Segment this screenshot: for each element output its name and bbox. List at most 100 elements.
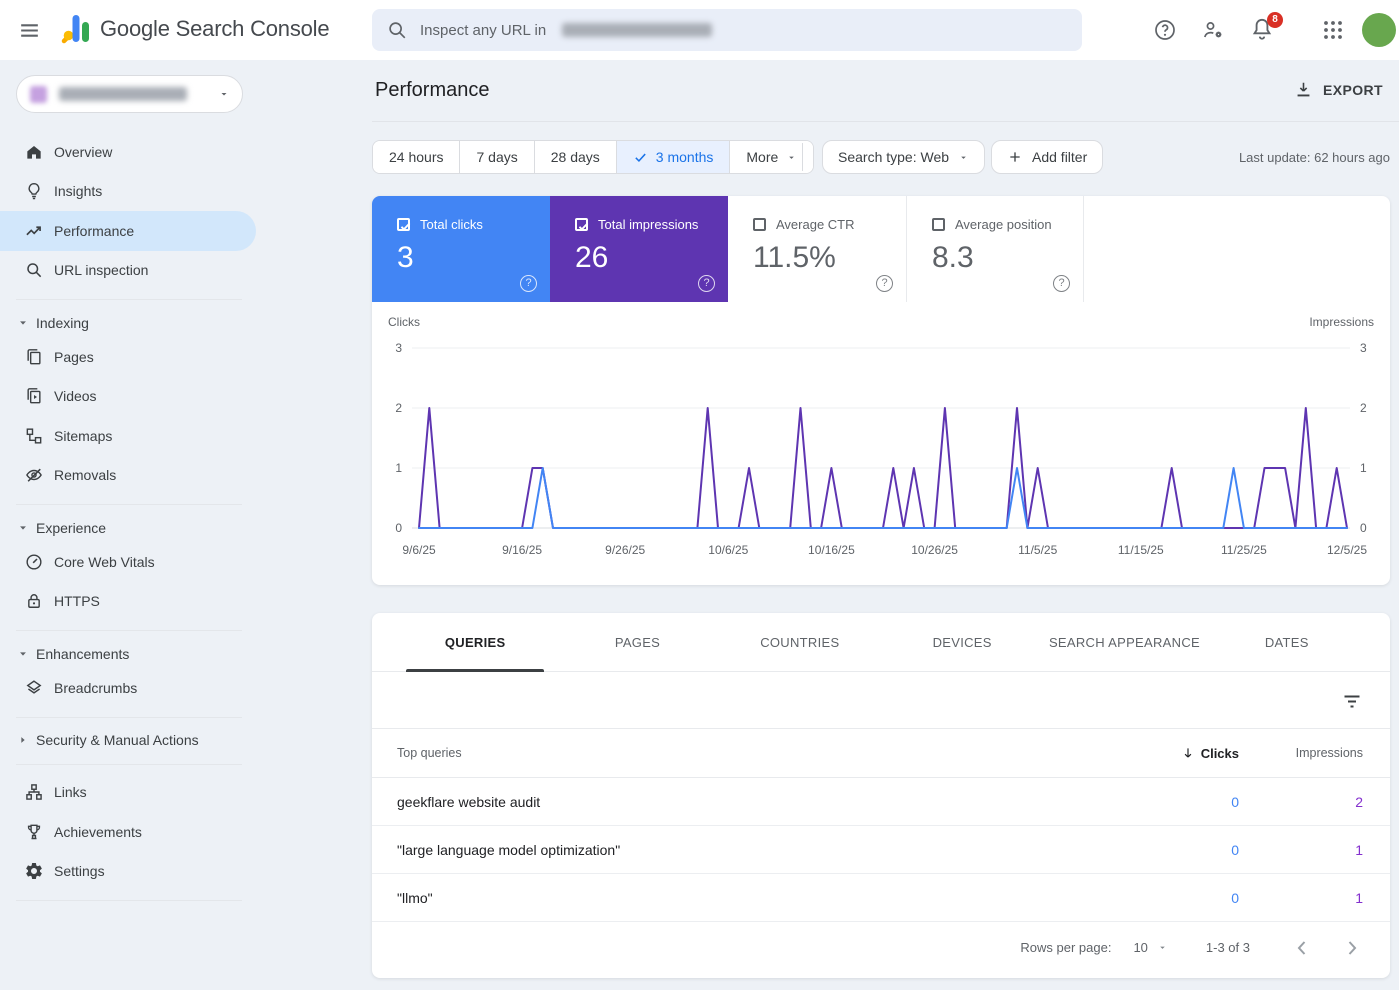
- property-selector[interactable]: [16, 75, 243, 113]
- add-filter-button[interactable]: Add filter: [991, 140, 1103, 174]
- date-filter-7-days[interactable]: 7 days: [460, 141, 534, 173]
- sidebar-item-links[interactable]: Links: [0, 773, 256, 813]
- rows-per-page-select[interactable]: 10: [1133, 940, 1167, 955]
- sidebar-item-overview[interactable]: Overview: [0, 132, 256, 172]
- sidebar-item-settings[interactable]: Settings: [0, 852, 256, 892]
- table-row[interactable]: "llmo" 0 1: [372, 874, 1390, 922]
- search-placeholder-text: Inspect any URL in: [420, 22, 546, 39]
- manage-accounts-icon[interactable]: [1201, 18, 1225, 42]
- checkbox-empty-icon[interactable]: [932, 218, 945, 231]
- svg-text:2: 2: [395, 401, 402, 415]
- help-icon[interactable]: ?: [876, 275, 893, 292]
- help-icon[interactable]: [1153, 18, 1177, 42]
- date-filter-more[interactable]: More: [730, 141, 813, 173]
- svg-text:2: 2: [1360, 401, 1367, 415]
- apps-grid-icon[interactable]: [1321, 18, 1345, 42]
- speedometer-icon: [24, 552, 44, 572]
- column-header-clicks[interactable]: Clicks: [1099, 746, 1239, 761]
- account-avatar[interactable]: [1362, 13, 1396, 47]
- filter-row: 24 hours 7 days 28 days 3 months More Se…: [372, 122, 1399, 196]
- hamburger-menu-icon[interactable]: [17, 18, 42, 43]
- sidebar-section-experience[interactable]: Experience: [0, 513, 256, 542]
- svg-text:3: 3: [1360, 341, 1367, 355]
- next-page-button[interactable]: [1340, 936, 1364, 960]
- search-type-dropdown[interactable]: Search type: Web: [822, 140, 985, 174]
- sort-down-arrow-icon: [1181, 746, 1195, 760]
- sidebar-item-core-web-vitals[interactable]: Core Web Vitals: [0, 542, 256, 582]
- url-inspect-search-input[interactable]: Inspect any URL in: [372, 9, 1082, 51]
- table-row[interactable]: "large language model optimization" 0 1: [372, 826, 1390, 874]
- help-icon[interactable]: ?: [1053, 275, 1070, 292]
- tab-queries[interactable]: QUERIES: [394, 613, 556, 671]
- search-icon: [386, 19, 408, 41]
- dimensions-table-card: QUERIES PAGES COUNTRIES DEVICES SEARCH A…: [372, 613, 1390, 978]
- table-row[interactable]: geekflare website audit 0 2: [372, 778, 1390, 826]
- sidebar-item-https[interactable]: HTTPS: [0, 582, 256, 622]
- date-filter-28-days[interactable]: 28 days: [535, 141, 617, 173]
- tab-devices[interactable]: DEVICES: [881, 613, 1043, 671]
- app-title: Google Search Console: [100, 16, 329, 42]
- last-update-text: Last update: 62 hours ago: [1239, 150, 1390, 165]
- svg-text:11/15/25: 11/15/25: [1118, 543, 1164, 557]
- date-filter-24-hours[interactable]: 24 hours: [373, 141, 460, 173]
- svg-text:0: 0: [395, 521, 402, 535]
- tab-search-appearance[interactable]: SEARCH APPEARANCE: [1043, 613, 1205, 671]
- help-icon[interactable]: ?: [520, 275, 537, 292]
- sidebar-section-enhancements[interactable]: Enhancements: [0, 639, 256, 668]
- tab-pages[interactable]: PAGES: [556, 613, 718, 671]
- sidebar-item-achievements[interactable]: Achievements: [0, 812, 256, 852]
- caret-right-icon: [18, 735, 28, 745]
- column-header-impressions[interactable]: Impressions: [1239, 746, 1390, 760]
- metric-tile-average-ctr[interactable]: Average CTR 11.5% ?: [728, 196, 906, 302]
- sidebar-divider: [16, 630, 242, 631]
- sidebar-item-performance[interactable]: Performance: [0, 211, 256, 251]
- svg-text:10/6/25: 10/6/25: [708, 543, 748, 557]
- svg-text:Clicks: Clicks: [388, 315, 420, 329]
- table-pagination: Rows per page: 10 1-3 of 3: [372, 922, 1390, 973]
- svg-text:1: 1: [395, 461, 402, 475]
- date-filter-3-months[interactable]: 3 months: [617, 141, 731, 173]
- sidebar-item-breadcrumbs[interactable]: Breadcrumbs: [0, 668, 256, 708]
- notifications-bell[interactable]: 8: [1249, 16, 1279, 46]
- impressions-cell: 1: [1355, 890, 1363, 906]
- svg-text:Impressions: Impressions: [1309, 315, 1374, 329]
- sidebar-section-security-manual-actions[interactable]: Security & Manual Actions: [0, 726, 256, 755]
- checkbox-empty-icon[interactable]: [753, 218, 766, 231]
- blurred-property-name: [59, 87, 187, 101]
- query-cell: "large language model optimization": [372, 842, 1099, 858]
- sidebar-item-insights[interactable]: Insights: [0, 172, 256, 212]
- metric-value: 3: [397, 241, 550, 275]
- export-button[interactable]: EXPORT: [1294, 80, 1383, 99]
- metric-tile-total-clicks[interactable]: Total clicks 3 ?: [372, 196, 550, 302]
- svg-text:10/16/25: 10/16/25: [808, 543, 855, 557]
- sidebar-item-sitemaps[interactable]: Sitemaps: [0, 416, 256, 456]
- clicks-cell: 0: [1231, 842, 1239, 858]
- table-toolbar: [372, 672, 1390, 729]
- metric-tile-total-impressions[interactable]: Total impressions 26 ?: [550, 196, 728, 302]
- sidebar-item-pages[interactable]: Pages: [0, 337, 256, 377]
- sidebar-section-indexing[interactable]: Indexing: [0, 308, 256, 337]
- plus-icon: [1007, 149, 1023, 165]
- sitemap-tree-icon: [24, 426, 44, 446]
- table-header-row: Top queries Clicks Impressions: [372, 729, 1390, 778]
- filter-list-icon[interactable]: [1340, 689, 1364, 713]
- tab-countries[interactable]: COUNTRIES: [719, 613, 881, 671]
- metric-tile-average-position[interactable]: Average position 8.3 ?: [906, 196, 1084, 302]
- clicks-cell: 0: [1231, 890, 1239, 906]
- tab-dates[interactable]: DATES: [1206, 613, 1368, 671]
- sidebar-item-videos[interactable]: Videos: [0, 377, 256, 417]
- sidebar-item-url-inspection[interactable]: URL inspection: [0, 251, 256, 291]
- search-console-logo-icon: [60, 13, 90, 45]
- checkbox-checked-icon[interactable]: [397, 218, 410, 231]
- checkbox-checked-icon[interactable]: [575, 218, 588, 231]
- sidebar-divider: [16, 299, 242, 300]
- previous-page-button[interactable]: [1290, 936, 1314, 960]
- column-header-top-queries[interactable]: Top queries: [372, 746, 1099, 760]
- lock-icon: [24, 591, 44, 611]
- clicks-impressions-line-chart: 00112233ClicksImpressions9/6/259/16/259/…: [372, 308, 1390, 578]
- clicks-cell: 0: [1231, 794, 1239, 810]
- help-icon[interactable]: ?: [698, 275, 715, 292]
- layers-icon: [24, 678, 44, 698]
- caret-down-icon: [18, 649, 28, 659]
- sidebar-item-removals[interactable]: Removals: [0, 456, 256, 496]
